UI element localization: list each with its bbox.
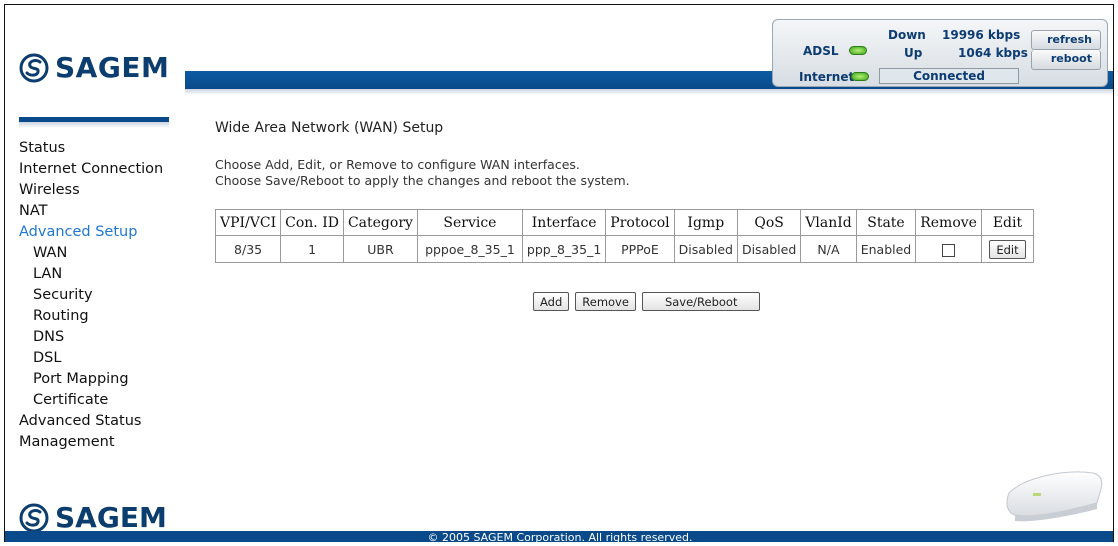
sidebar-item-port-mapping[interactable]: Port Mapping [19, 369, 179, 390]
sidebar-item-advanced-setup[interactable]: Advanced Setup [19, 222, 179, 243]
connection-state: Connected [879, 68, 1019, 84]
sidebar-item-dsl[interactable]: DSL [19, 348, 179, 369]
sidebar-item-wireless[interactable]: Wireless [19, 180, 179, 201]
add-button[interactable]: Add [533, 292, 570, 311]
edit-button[interactable]: Edit [989, 239, 1026, 259]
sagem-logo-icon [19, 503, 49, 532]
col-igmp: Igmp [673, 209, 738, 236]
cell-vlanid: N/A [800, 235, 857, 263]
col-vlanid: VlanId [800, 209, 857, 236]
description-line-1: Choose Add, Edit, or Remove to configure… [215, 157, 580, 172]
internet-led-icon [851, 72, 869, 81]
page-frame: SAGEM ADSL Internet Down 19996 kbps Up 1… [4, 4, 1114, 542]
adsl-led-icon [849, 46, 867, 55]
sidebar-item-advanced-status[interactable]: Advanced Status [19, 411, 179, 432]
header-bar-shadow [185, 89, 1113, 95]
sidebar-top-shadow [19, 122, 169, 128]
sagem-logo-bottom: SAGEM [19, 501, 167, 534]
table-row: 8/35 1 UBR pppoe_8_35_1 ppp_8_35_1 PPPoE… [214, 235, 1034, 263]
col-vpi-vci: VPI/VCI [214, 209, 282, 236]
col-service: Service [416, 209, 523, 236]
sidebar-item-security[interactable]: Security [19, 285, 179, 306]
col-interface: Interface [521, 209, 607, 236]
upstream-label: Up [904, 46, 923, 60]
sidebar-item-management[interactable]: Management [19, 432, 179, 453]
cell-state: Enabled [855, 235, 917, 263]
cell-con-id: 1 [280, 235, 344, 263]
cell-igmp: Disabled [673, 235, 738, 263]
brand-name: SAGEM [55, 51, 170, 84]
col-remove: Remove [915, 209, 982, 236]
downstream-label: Down [888, 28, 926, 42]
sidebar-item-internet-connection[interactable]: Internet Connection [19, 159, 179, 180]
cell-vpi-vci: 8/35 [214, 235, 282, 263]
col-state: State [855, 209, 917, 236]
remove-button[interactable]: Remove [575, 292, 636, 311]
sidebar-nav: Status Internet Connection Wireless NAT … [19, 138, 179, 453]
col-qos: QoS [736, 209, 802, 236]
sidebar-item-nat[interactable]: NAT [19, 201, 179, 222]
refresh-button[interactable]: refresh [1031, 30, 1101, 50]
col-edit: Edit [980, 209, 1034, 236]
downstream-rate: 19996 kbps [942, 28, 1021, 42]
sidebar-item-certificate[interactable]: Certificate [19, 390, 179, 411]
col-protocol: Protocol [605, 209, 675, 236]
copyright-text: © 2005 SAGEM Corporation. All rights res… [427, 531, 693, 542]
page-title: Wide Area Network (WAN) Setup [215, 120, 444, 136]
save-reboot-button[interactable]: Save/Reboot [641, 292, 761, 311]
cell-remove [915, 235, 982, 263]
cell-qos: Disabled [736, 235, 802, 263]
cell-protocol: PPPoE [605, 235, 675, 263]
router-image [1006, 471, 1103, 522]
sidebar-item-wan[interactable]: WAN [19, 243, 179, 264]
cell-interface: ppp_8_35_1 [521, 235, 607, 263]
upstream-rate: 1064 kbps [958, 46, 1028, 60]
description-line-2: Choose Save/Reboot to apply the changes … [215, 173, 630, 188]
cell-category: UBR [342, 235, 418, 263]
col-con-id: Con. ID [280, 209, 344, 236]
col-category: Category [342, 209, 418, 236]
cell-service: pppoe_8_35_1 [416, 235, 523, 263]
sidebar-item-status[interactable]: Status [19, 138, 179, 159]
remove-checkbox[interactable] [942, 243, 956, 257]
sidebar-item-dns[interactable]: DNS [19, 327, 179, 348]
reboot-button[interactable]: reboot [1031, 50, 1101, 70]
cell-edit: Edit [980, 235, 1034, 263]
connection-status-panel: ADSL Internet Down 19996 kbps Up 1064 kb… [772, 19, 1108, 87]
sidebar-item-lan[interactable]: LAN [19, 264, 179, 285]
sagem-logo-icon [19, 53, 49, 82]
wan-interfaces-table: VPI/VCI Con. ID Category Service Interfa… [214, 209, 1034, 263]
table-header-row: VPI/VCI Con. ID Category Service Interfa… [214, 209, 1034, 236]
sagem-logo: SAGEM [19, 51, 169, 84]
sidebar-item-routing[interactable]: Routing [19, 306, 179, 327]
action-buttons: Add Remove Save/Reboot [533, 292, 761, 311]
adsl-label: ADSL [803, 44, 839, 58]
internet-label: Internet [799, 70, 855, 84]
footer: © 2005 SAGEM Corporation. All rights res… [5, 531, 1113, 542]
brand-name-bottom: SAGEM [55, 501, 167, 534]
page-description: Choose Add, Edit, or Remove to configure… [215, 157, 630, 189]
